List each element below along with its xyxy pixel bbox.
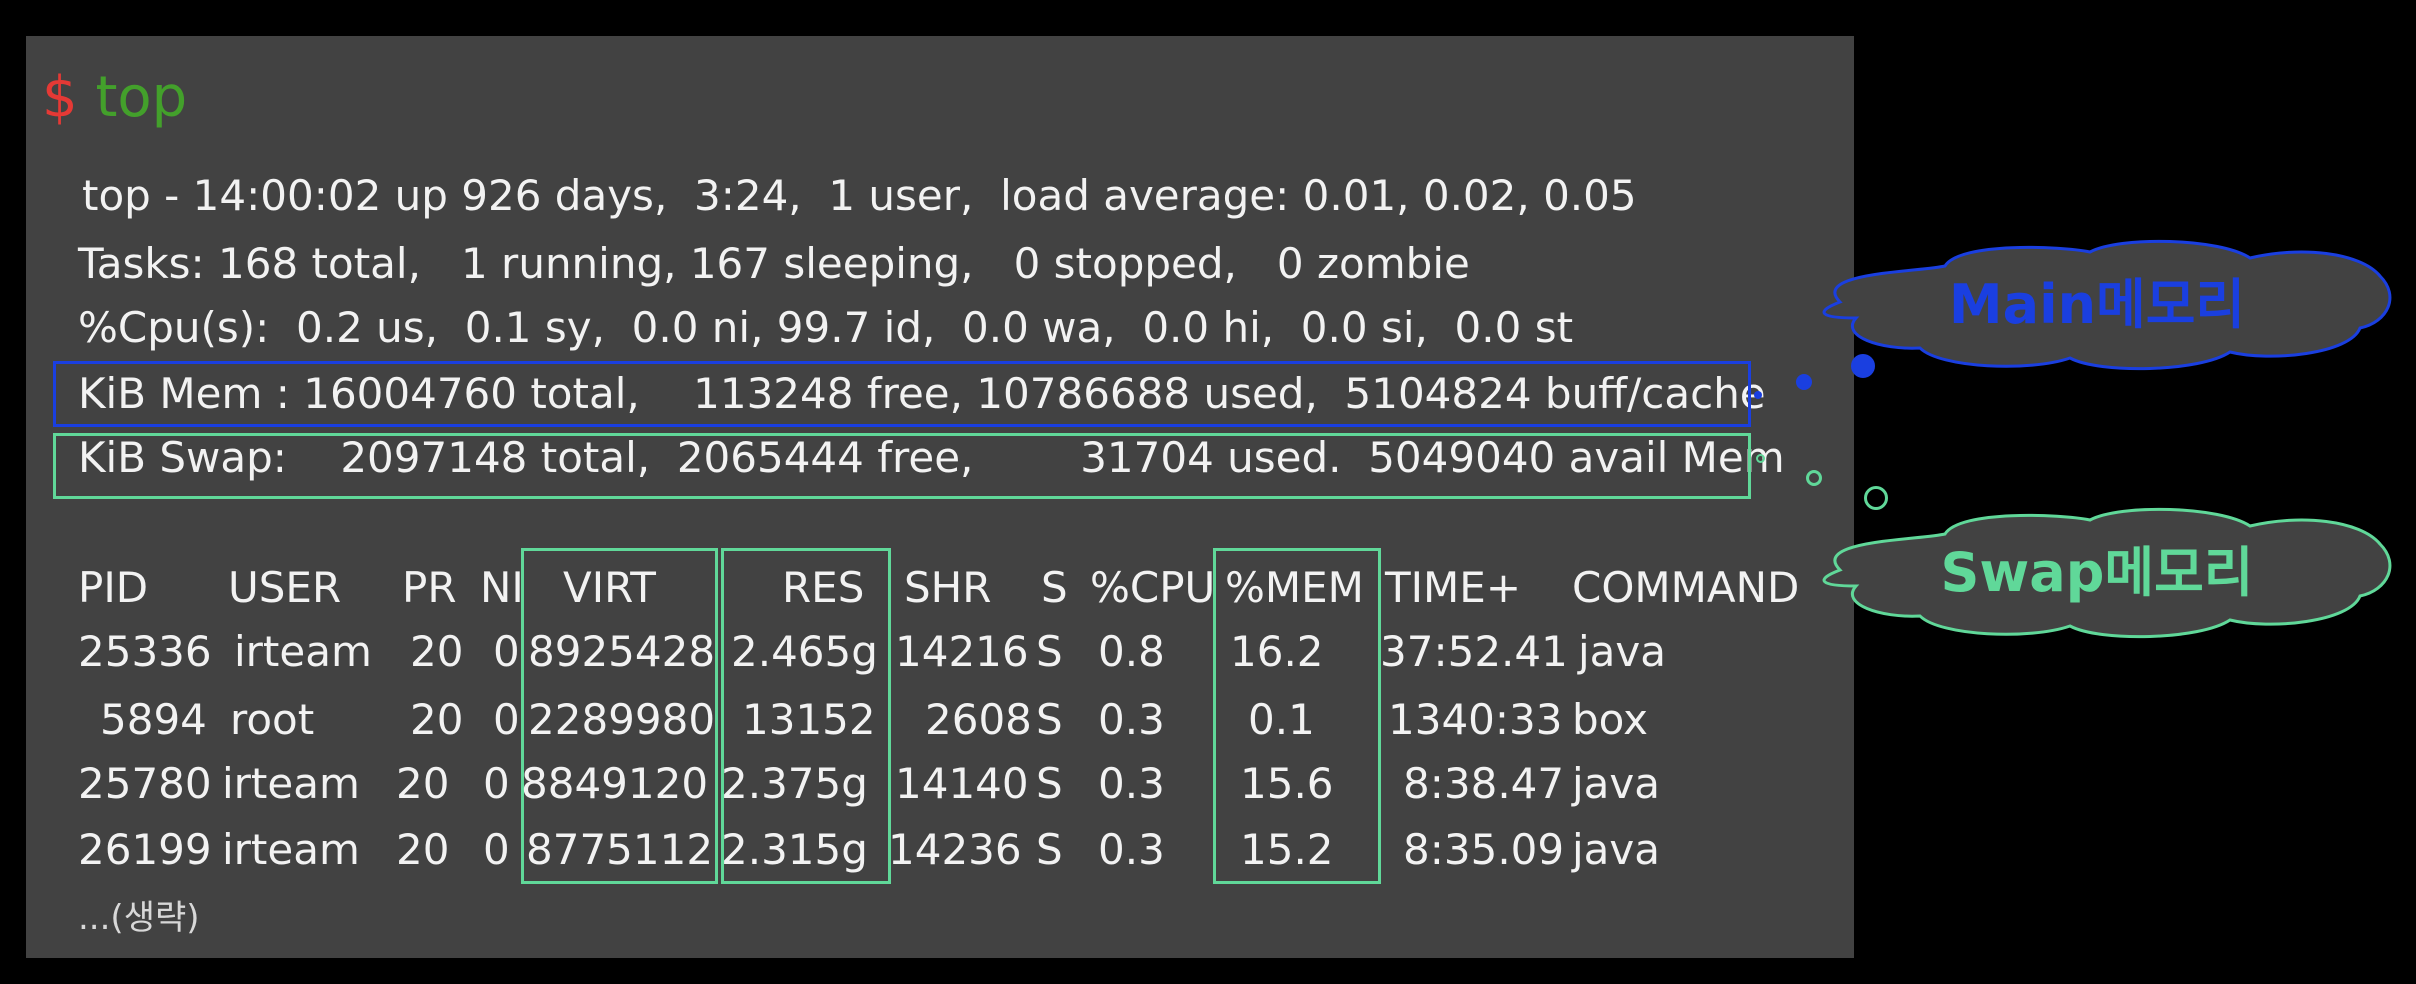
cell-pr: 20 bbox=[396, 825, 450, 874]
header-s: S bbox=[1041, 563, 1068, 612]
header-pr: PR bbox=[402, 563, 457, 612]
uptime-line: top - 14:00:02 up 926 days, 3:24, 1 user… bbox=[82, 171, 1637, 220]
header-shr: SHR bbox=[904, 563, 992, 612]
omitted-note: ...(생략) bbox=[78, 898, 200, 938]
main-thought-dot bbox=[1796, 374, 1812, 390]
cell-cpu: 0.3 bbox=[1098, 759, 1165, 808]
cell-user: irteam bbox=[222, 759, 360, 808]
cell-user: root bbox=[230, 695, 315, 744]
main-thought-dot bbox=[1754, 391, 1762, 399]
cell-s: S bbox=[1036, 627, 1063, 676]
swap-thought-dot bbox=[1756, 454, 1765, 463]
header-time: TIME+ bbox=[1385, 563, 1522, 612]
main-memory-highlight bbox=[53, 361, 1751, 427]
shell-prompt: $ top bbox=[42, 62, 187, 134]
cpu-line: %Cpu(s): 0.2 us, 0.1 sy, 0.0 ni, 99.7 id… bbox=[78, 303, 1574, 352]
cell-shr: 14216 bbox=[895, 627, 1029, 676]
cell-virt: 8925428 bbox=[528, 627, 716, 676]
cell-virt: 2289980 bbox=[528, 695, 716, 744]
cell-pid: 5894 bbox=[100, 695, 207, 744]
cell-shr: 2608 bbox=[925, 695, 1032, 744]
cell-res: 2.315g bbox=[721, 825, 868, 874]
swap-memory-highlight bbox=[53, 433, 1751, 499]
cell-mem: 16.2 bbox=[1230, 627, 1324, 676]
swap-thought-dot bbox=[1864, 486, 1888, 510]
cell-pid: 25780 bbox=[78, 759, 212, 808]
cell-time: 1340:33 bbox=[1388, 695, 1563, 744]
swap-memory-label: Swap메모리 bbox=[1940, 541, 2254, 604]
header-user: USER bbox=[228, 563, 342, 612]
header-res: RES bbox=[782, 563, 865, 612]
cell-virt: 8775112 bbox=[526, 825, 714, 874]
main-thought-dot bbox=[1851, 354, 1875, 378]
cell-command: java bbox=[1578, 627, 1666, 676]
cell-cpu: 0.3 bbox=[1098, 695, 1165, 744]
cell-cpu: 0.3 bbox=[1098, 825, 1165, 874]
cell-s: S bbox=[1036, 695, 1063, 744]
cell-ni: 0 bbox=[483, 825, 510, 874]
cell-cpu: 0.8 bbox=[1098, 627, 1165, 676]
cell-pr: 20 bbox=[410, 627, 464, 676]
cell-mem: 15.2 bbox=[1240, 825, 1334, 874]
prompt-command: top bbox=[95, 65, 188, 130]
header-virt: VIRT bbox=[563, 563, 656, 612]
tasks-line: Tasks: 168 total, 1 running, 167 sleepin… bbox=[78, 239, 1470, 288]
cell-time: 37:52.41 bbox=[1380, 627, 1568, 676]
cell-ni: 0 bbox=[493, 627, 520, 676]
swap-thought-dot bbox=[1806, 470, 1822, 486]
cell-time: 8:35.09 bbox=[1403, 825, 1565, 874]
cell-ni: 0 bbox=[483, 759, 510, 808]
swap-memory-callout: Swap메모리 bbox=[1800, 500, 2394, 648]
cell-command: box bbox=[1572, 695, 1648, 744]
cell-command: java bbox=[1572, 759, 1660, 808]
main-memory-label: Main메모리 bbox=[1948, 273, 2246, 336]
header-mem: %MEM bbox=[1225, 563, 1364, 612]
header-pid: PID bbox=[78, 563, 149, 612]
cell-time: 8:38.47 bbox=[1403, 759, 1565, 808]
cell-s: S bbox=[1036, 825, 1063, 874]
cell-shr: 14140 bbox=[895, 759, 1029, 808]
cell-pr: 20 bbox=[410, 695, 464, 744]
cell-res: 2.465g bbox=[731, 627, 878, 676]
prompt-symbol: $ bbox=[42, 65, 78, 130]
cell-res: 13152 bbox=[742, 695, 876, 744]
header-ni: NI bbox=[480, 563, 524, 612]
cell-ni: 0 bbox=[493, 695, 520, 744]
cell-pid: 26199 bbox=[78, 825, 212, 874]
cell-mem: 0.1 bbox=[1248, 695, 1315, 744]
cell-mem: 15.6 bbox=[1240, 759, 1334, 808]
cell-shr: 14236 bbox=[888, 825, 1022, 874]
cell-s: S bbox=[1036, 759, 1063, 808]
header-command: COMMAND bbox=[1572, 563, 1800, 612]
cell-user: irteam bbox=[222, 825, 360, 874]
cell-res: 2.375g bbox=[721, 759, 868, 808]
cell-pid: 25336 bbox=[78, 627, 212, 676]
main-memory-callout: Main메모리 bbox=[1800, 232, 2394, 380]
cell-virt: 8849120 bbox=[521, 759, 709, 808]
cell-pr: 20 bbox=[396, 759, 450, 808]
header-cpu: %CPU bbox=[1090, 563, 1216, 612]
cell-command: java bbox=[1572, 825, 1660, 874]
cell-user: irteam bbox=[234, 627, 372, 676]
